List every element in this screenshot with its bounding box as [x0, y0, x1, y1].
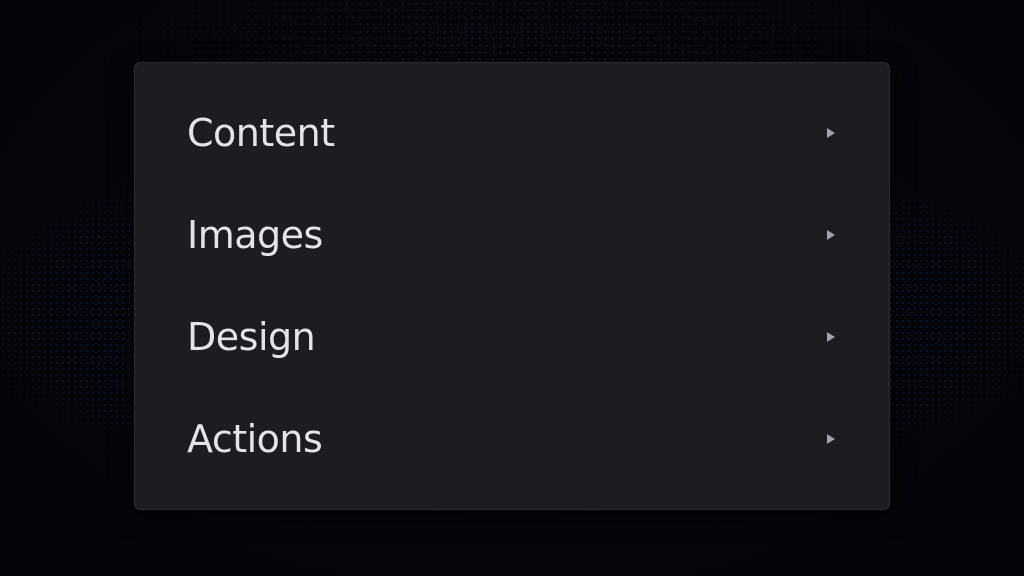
- chevron-right-icon: [827, 128, 835, 138]
- menu-item-images[interactable]: Images: [135, 195, 889, 275]
- menu-item-content[interactable]: Content: [135, 93, 889, 173]
- menu-item-actions[interactable]: Actions: [135, 399, 889, 479]
- menu-item-label: Content: [187, 111, 335, 155]
- context-menu: Content Images Design Actions: [134, 62, 890, 510]
- menu-item-label: Actions: [187, 417, 323, 461]
- menu-item-design[interactable]: Design: [135, 297, 889, 377]
- menu-item-label: Images: [187, 213, 323, 257]
- chevron-right-icon: [827, 230, 835, 240]
- desktop-background: Content Images Design Actions: [0, 0, 1024, 576]
- menu-item-label: Design: [187, 315, 316, 359]
- chevron-right-icon: [827, 332, 835, 342]
- chevron-right-icon: [827, 434, 835, 444]
